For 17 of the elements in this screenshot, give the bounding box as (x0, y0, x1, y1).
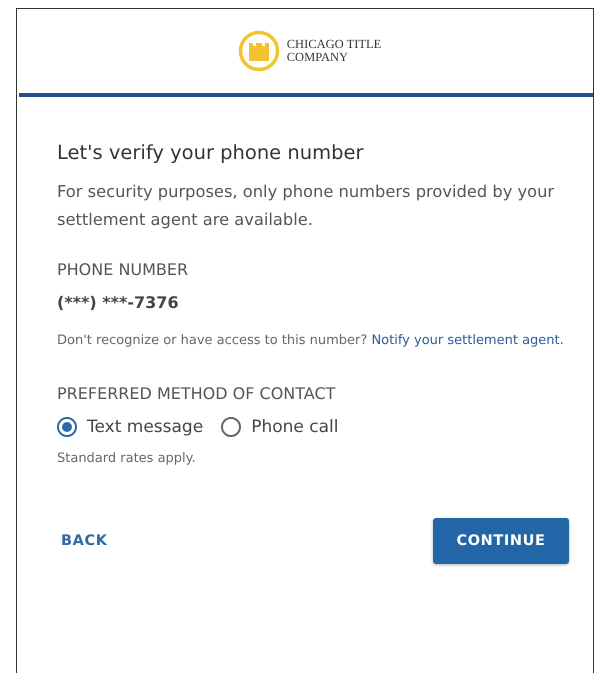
intro-text: For security purposes, only phone numbers provided by your settlement agent are available. (57, 181, 556, 231)
notify-link[interactable]: Notify your settlement agent. (371, 333, 564, 348)
phone-number: (***) ***-7376 (57, 293, 180, 312)
continue-button[interactable]: CONTINUE (433, 518, 569, 564)
radio-label[interactable]: Phone call (251, 417, 338, 437)
help-text: Don't recognize or have access to this number? Notify your settlement agent. (57, 332, 565, 350)
radio-button[interactable] (57, 417, 77, 437)
contact-label: PREFERRED METHOD OF CONTACT (57, 384, 336, 403)
back-button[interactable]: BACK (57, 523, 112, 559)
page-title: Let's verify your phone number (57, 141, 364, 164)
radio-button[interactable] (221, 417, 242, 437)
castle-logo-icon (236, 29, 281, 73)
logo-text: COMPANY (286, 51, 350, 64)
rates-hint: Standard rates apply. (57, 451, 197, 466)
phone-label: PHONE NUMBER (57, 260, 190, 279)
radio-label[interactable]: Text message (87, 417, 204, 437)
logo-text: CHICAGO TITLE (286, 38, 382, 51)
